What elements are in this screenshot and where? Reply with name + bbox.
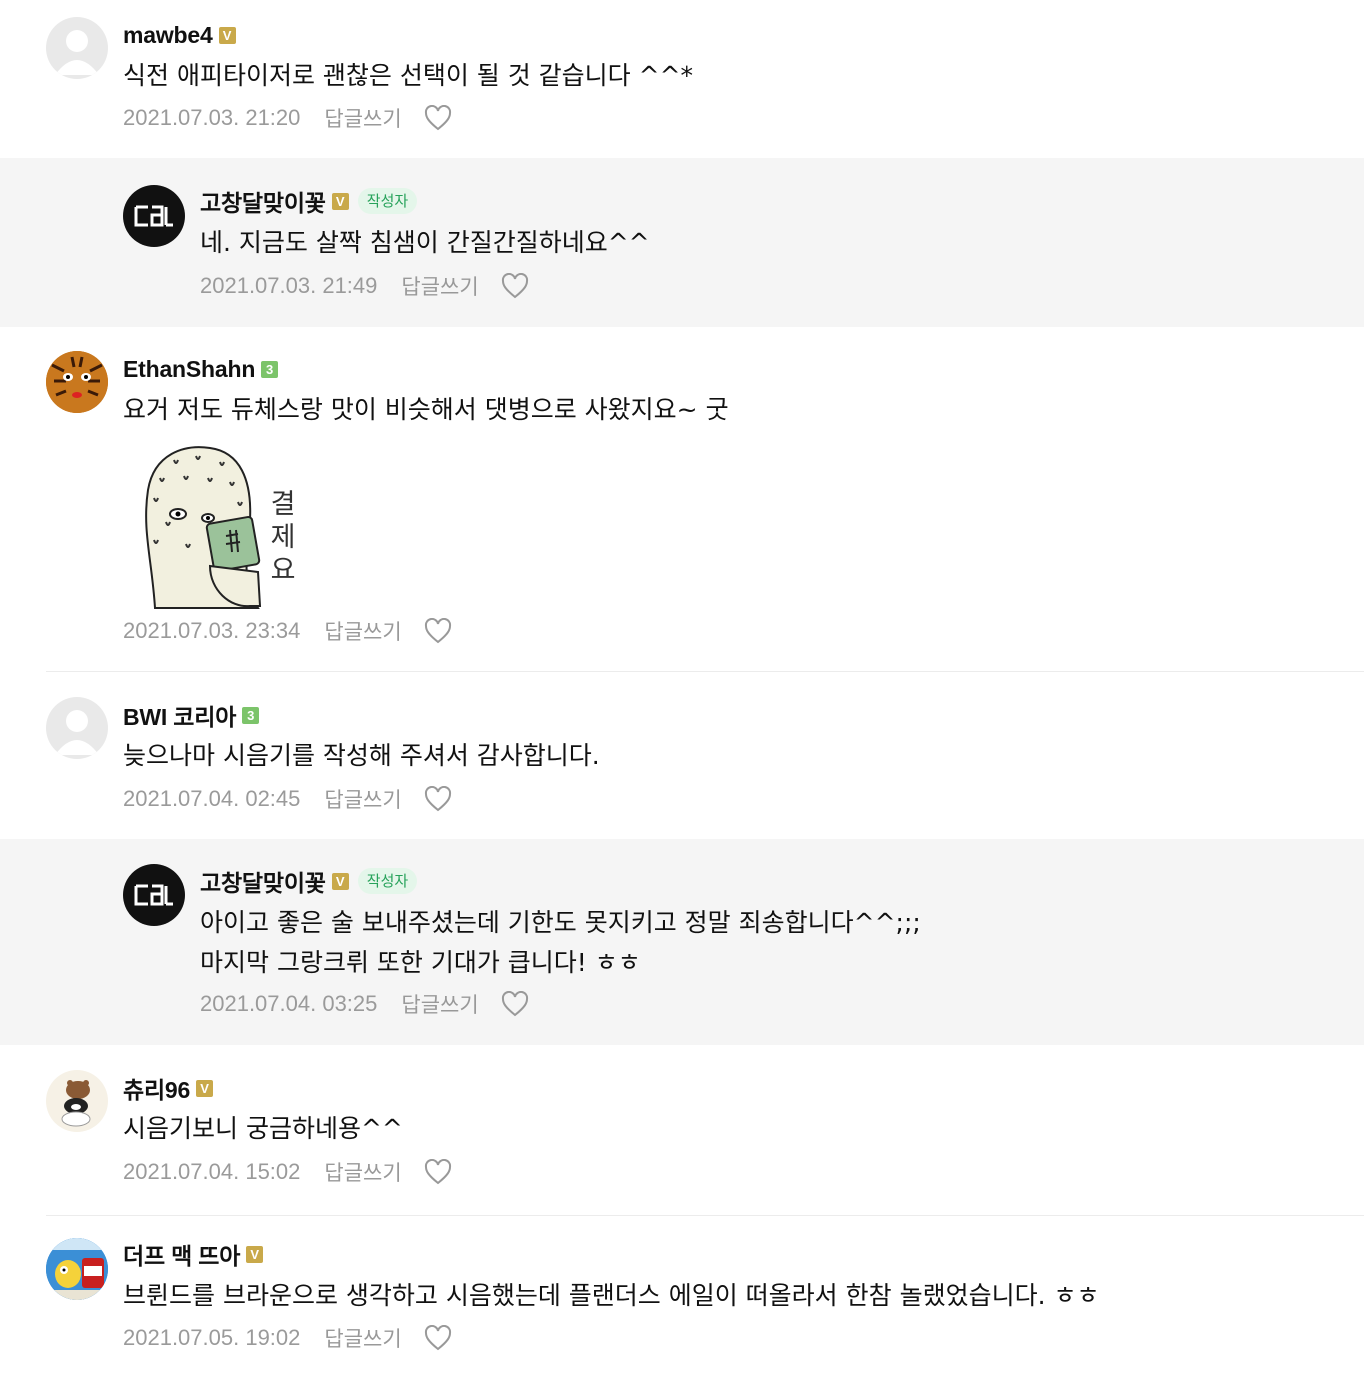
level-badge: V (246, 1245, 264, 1263)
comment-nickname[interactable]: BWI 코리아 (123, 698, 236, 732)
comment-text-line2: 마지막 그랑크뤼 또한 기대가 큽니다! ㅎㅎ (200, 948, 641, 977)
avatar-cartoon[interactable] (46, 1238, 108, 1300)
reply-button[interactable]: 답글쓰기 (324, 616, 401, 646)
heart-icon[interactable] (501, 991, 529, 1017)
level-badge: 3 (242, 706, 260, 724)
sticker-text: 결 (270, 489, 296, 520)
level-badge: 3 (261, 360, 279, 378)
sticker-image: 결 제 요 (140, 440, 310, 610)
reply-button[interactable]: 답글쓰기 (401, 271, 478, 301)
comment-text: 브륀드를 브라운으로 생각하고 시음했는데 플랜더스 에일이 떠올라서 한참 놀… (123, 1281, 1100, 1310)
heart-icon[interactable] (424, 786, 452, 812)
comment-item: mawbe4 V 식전 애피타이저로 괜찮은 선택이 될 것 같습니다 ^^* … (0, 0, 1364, 158)
comment-nickname[interactable]: 츄리96 (123, 1071, 190, 1105)
comment-text: 아이고 좋은 술 보내주셨는데 기한도 못지키고 정말 죄송합니다^^;;; (200, 908, 921, 937)
reply-comment-item: 고창달맞이꽃 V 작성자 네. 지금도 살짝 침샘이 간질간질하네요^^ 202… (0, 158, 1364, 327)
reply-button[interactable]: 답글쓰기 (401, 989, 478, 1019)
level-badge: V (331, 872, 349, 890)
heart-icon[interactable] (424, 1325, 452, 1351)
heart-icon[interactable] (424, 618, 452, 644)
avatar-author[interactable] (123, 864, 185, 926)
comment-date: 2021.07.04. 03:25 (200, 991, 378, 1016)
comment-item: EthanShahn 3 요거 저도 듀체스랑 맛이 비슷해서 댓병으로 사왔지… (0, 327, 1364, 671)
comment-item: 더프 맥 뜨아 V 브륀드를 브라운으로 생각하고 시음했는데 플랜더스 에일이… (0, 1216, 1364, 1373)
author-tag: 작성자 (357, 188, 418, 214)
comment-nickname[interactable]: 고창달맞이꽃 (200, 184, 326, 218)
comment-text: 네. 지금도 살짝 침샘이 간질간질하네요^^ (200, 228, 650, 257)
comment-text: 시음기보니 궁금하네용^^ (123, 1114, 403, 1143)
level-badge: V (218, 26, 236, 44)
heart-icon[interactable] (501, 273, 529, 299)
sticker-text: 요 (270, 555, 296, 586)
comment-date: 2021.07.04. 02:45 (123, 786, 301, 811)
heart-icon[interactable] (424, 1159, 452, 1185)
avatar-author[interactable] (123, 185, 185, 247)
comment-item: BWI 코리아 3 늦으나마 시음기를 작성해 주셔서 감사합니다. 2021.… (0, 672, 1364, 839)
author-tag: 작성자 (357, 868, 418, 894)
comment-nickname[interactable]: 더프 맥 뜨아 (123, 1237, 240, 1271)
reply-comment-item: 고창달맞이꽃 V 작성자 아이고 좋은 술 보내주셨는데 기한도 못지키고 정말… (0, 839, 1364, 1045)
comment-text: 식전 애피타이저로 괜찮은 선택이 될 것 같습니다 ^^* (123, 61, 694, 90)
sticker-text: 제 (270, 522, 296, 553)
avatar-tiger[interactable] (46, 351, 108, 413)
comment-date: 2021.07.03. 21:20 (123, 105, 301, 130)
avatar-default[interactable] (46, 17, 108, 79)
avatar-bear[interactable] (46, 1070, 108, 1132)
comment-date: 2021.07.03. 21:49 (200, 273, 378, 298)
comment-nickname[interactable]: mawbe4 (123, 22, 213, 49)
comment-text: 늦으나마 시음기를 작성해 주셔서 감사합니다. (123, 741, 600, 770)
level-badge: V (331, 192, 349, 210)
comment-item: 츄리96 V 시음기보니 궁금하네용^^ 2021.07.04. 15:02 답… (0, 1045, 1364, 1215)
level-badge: V (196, 1079, 214, 1097)
heart-icon[interactable] (424, 105, 452, 131)
avatar-default[interactable] (46, 697, 108, 759)
comment-date: 2021.07.04. 15:02 (123, 1159, 301, 1184)
reply-button[interactable]: 답글쓰기 (324, 784, 401, 814)
comment-nickname[interactable]: EthanShahn (123, 356, 255, 383)
reply-button[interactable]: 답글쓰기 (324, 1157, 401, 1187)
comment-nickname[interactable]: 고창달맞이꽃 (200, 864, 326, 898)
comment-date: 2021.07.05. 19:02 (123, 1325, 301, 1350)
comment-text: 요거 저도 듀체스랑 맛이 비슷해서 댓병으로 사왔지요~ 굿 (123, 395, 729, 424)
reply-button[interactable]: 답글쓰기 (324, 103, 401, 133)
reply-button[interactable]: 답글쓰기 (324, 1323, 401, 1353)
comment-date: 2021.07.03. 23:34 (123, 618, 301, 643)
